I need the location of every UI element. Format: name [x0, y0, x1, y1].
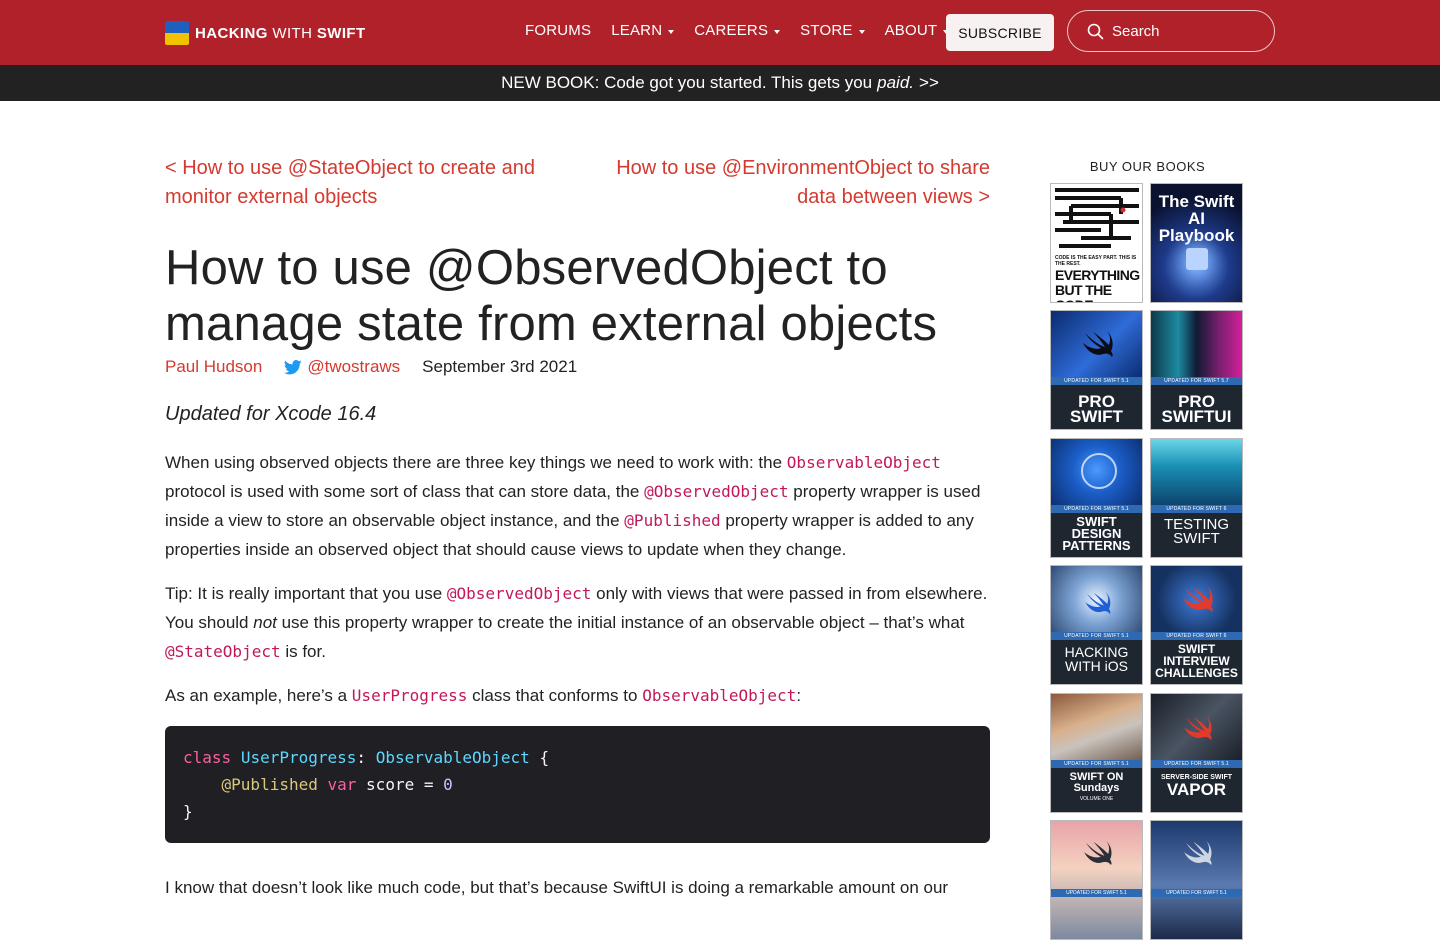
- swift-logo-circle-icon: [1081, 453, 1117, 489]
- chip-graphic: [1186, 248, 1208, 270]
- inline-code: @ObservedObject: [446, 584, 592, 603]
- updated-badge: UPDATED FOR SWIFT 6: [1151, 632, 1242, 640]
- maze-graphic: [1051, 184, 1142, 254]
- book-title: SWIFT INTERVIEW CHALLENGES: [1155, 642, 1238, 680]
- book-server-side-swift-vapor[interactable]: UPDATED FOR SWIFT 5.1 SERVER-SIDE SWIFT VA…: [1150, 693, 1243, 813]
- book-tagline: CODE IS THE EASY PART. THIS IS THE REST.: [1055, 255, 1137, 267]
- ukraine-flag-icon: [165, 21, 189, 45]
- inline-code: ObservableObject: [786, 453, 941, 472]
- banner-emphasis: paid.: [877, 73, 915, 92]
- book-cover-12[interactable]: UPDATED FOR SWIFT 5.1: [1150, 820, 1243, 940]
- article-title: How to use @ObservedObject to manage sta…: [165, 241, 938, 351]
- book-title: EVERYTHING BUT THE CODE: [1055, 267, 1140, 303]
- paragraph-example: As an example, here’s a UserProgress cla…: [165, 686, 802, 705]
- inline-code: ObservableObject: [642, 686, 797, 705]
- book-swift-interview-challenges[interactable]: UPDATED FOR SWIFT 6 SWIFT INTERVIEW CHALL…: [1150, 565, 1243, 685]
- previous-article-link[interactable]: < How to use @StateObject to create and …: [165, 154, 555, 212]
- paragraph-intro: When using observed objects there are th…: [165, 453, 981, 559]
- next-article-link[interactable]: How to use @EnvironmentObject to share d…: [600, 154, 990, 212]
- inline-code: @StateObject: [165, 642, 281, 661]
- updated-note: Updated for Xcode 16.4: [165, 403, 377, 425]
- main-nav: FORUMS LEARN CAREERS STORE ABOUT: [525, 22, 969, 39]
- article-byline: Paul Hudson @twostraws September 3rd 202…: [165, 357, 577, 377]
- book-hacking-with-ios[interactable]: UPDATED FOR SWIFT 5.1 HACKING WITH iOS: [1050, 565, 1143, 685]
- updated-badge: UPDATED FOR SWIFT 5.7: [1151, 377, 1242, 385]
- book-swift-ai-playbook[interactable]: The Swift AI Playbook: [1150, 183, 1243, 303]
- book-pro-swiftui[interactable]: UPDATED FOR SWIFT 5.7 PRO SWIFTUI: [1150, 310, 1243, 430]
- swift-bird-icon: [1083, 331, 1113, 357]
- book-title: VAPOR: [1166, 780, 1227, 799]
- inline-code: @Published: [624, 511, 721, 530]
- book-swift-design-patterns[interactable]: UPDATED FOR SWIFT 5.1 SWIFT DESIGN PATTER…: [1050, 438, 1143, 558]
- book-everything-but-the-code[interactable]: CODE IS THE EASY PART. THIS IS THE REST.…: [1050, 183, 1143, 303]
- book-pro-swift[interactable]: UPDATED FOR SWIFT 5.1 PRO SWIFT: [1050, 310, 1143, 430]
- updated-badge: UPDATED FOR SWIFT 5.1: [1051, 377, 1142, 385]
- updated-badge: UPDATED FOR SWIFT 6: [1151, 505, 1242, 513]
- book-title: SWIFT DESIGN PATTERNS: [1062, 514, 1131, 553]
- publish-date: September 3rd 2021: [422, 357, 578, 376]
- paragraph-tip: Tip: It is really important that you use…: [165, 584, 988, 661]
- sidebar-title: BUY OUR BOOKS: [1089, 159, 1206, 174]
- book-testing-swift[interactable]: UPDATED FOR SWIFT 6 TESTING SWIFT: [1150, 438, 1243, 558]
- inline-code: @ObservedObject: [644, 482, 789, 501]
- swift-bird-icon: [1183, 586, 1213, 612]
- promo-banner[interactable]: NEW BOOK: Code got you started. This get…: [0, 65, 1440, 101]
- updated-badge: UPDATED FOR SWIFT 5.1: [1151, 760, 1242, 768]
- paragraph-followup: I know that doesn’t look like much code,…: [165, 878, 949, 897]
- book-subtitle: VOLUME ONE: [1079, 796, 1114, 802]
- book-title: HACKING WITH iOS: [1064, 644, 1129, 674]
- swift-bird-icon: [1184, 841, 1212, 865]
- author-link[interactable]: Paul Hudson: [165, 357, 262, 377]
- updated-badge: UPDATED FOR SWIFT 5.1: [1051, 505, 1142, 513]
- chevron-down-icon: [668, 29, 675, 34]
- book-title: TESTING SWIFT: [1163, 516, 1229, 547]
- banner-arrow: >>: [919, 73, 939, 92]
- code-block[interactable]: class UserProgress: ObservableObject { @…: [165, 726, 990, 843]
- swift-bird-icon: [1085, 592, 1111, 614]
- updated-badge: UPDATED FOR SWIFT 5.1: [1051, 889, 1142, 897]
- search-input[interactable]: [1110, 21, 1264, 41]
- swift-bird-icon: [1184, 716, 1212, 740]
- inline-code: UserProgress: [351, 686, 468, 705]
- updated-badge: UPDATED FOR SWIFT 5.1: [1151, 889, 1242, 897]
- banner-text: NEW BOOK: Code got you started. This get…: [501, 73, 873, 92]
- updated-badge: UPDATED FOR SWIFT 5.1: [1051, 760, 1142, 768]
- book-swift-on-sundays[interactable]: UPDATED FOR SWIFT 5.1 SWIFT ON Sundays VOL…: [1050, 693, 1143, 813]
- nav-careers[interactable]: CAREERS: [694, 22, 781, 39]
- chevron-down-icon: [774, 29, 781, 34]
- nav-learn[interactable]: LEARN: [611, 22, 675, 39]
- search-icon: [1087, 23, 1104, 39]
- book-title: PRO SWIFT: [1070, 392, 1123, 426]
- site-logo[interactable]: HACKING WITH SWIFT: [165, 21, 366, 45]
- twitter-link[interactable]: @twostraws: [284, 357, 400, 377]
- book-title: SWIFT ON Sundays: [1069, 771, 1124, 794]
- nav-about[interactable]: ABOUT: [885, 22, 950, 39]
- chevron-down-icon: [858, 29, 865, 34]
- twitter-bird-icon: [284, 359, 303, 374]
- search-box[interactable]: [1067, 10, 1275, 52]
- nav-store[interactable]: STORE: [800, 22, 865, 39]
- site-header: HACKING WITH SWIFT FORUMS LEARN CAREERS …: [0, 0, 1440, 65]
- book-title: PRO SWIFTUI: [1161, 392, 1232, 426]
- book-title: The Swift AI Playbook: [1158, 192, 1235, 245]
- updated-badge: UPDATED FOR SWIFT 5.1: [1051, 632, 1142, 640]
- subscribe-button[interactable]: SUBSCRIBE: [946, 14, 1054, 51]
- swift-bird-icon: [1084, 841, 1112, 865]
- logo-text: HACKING WITH SWIFT: [195, 24, 366, 42]
- nav-forums[interactable]: FORUMS: [525, 22, 591, 39]
- book-cover-11[interactable]: UPDATED FOR SWIFT 5.1: [1050, 820, 1143, 940]
